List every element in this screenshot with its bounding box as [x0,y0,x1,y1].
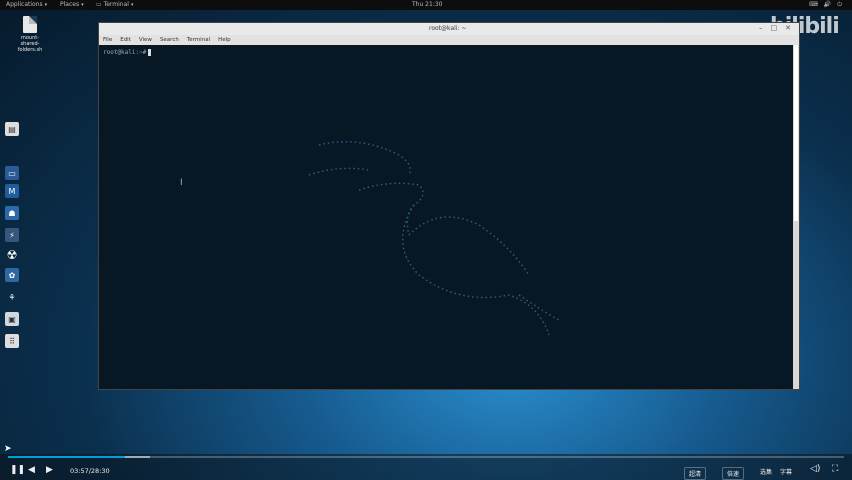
system-tray[interactable]: ⌨ 🔊 ⏻ [809,1,842,9]
metasploit-icon[interactable]: M [5,184,19,198]
maximize-icon[interactable]: □ [771,24,778,32]
burp-icon[interactable]: ⚡ [5,228,19,242]
menu-view[interactable]: View [139,37,152,43]
terminal-menubar: File Edit View Search Terminal Help [99,35,799,45]
pause-icon[interactable]: ❚❚ [10,465,25,475]
fullscreen-icon[interactable]: ⛶ [832,464,838,474]
video-player-controls: ❚❚ ◀ ▶ 03:57/28:30 超清 倍速 选集 字幕 ◁) ⛶ [0,454,852,480]
menu-terminal[interactable]: Terminal [187,37,210,43]
menu-file[interactable]: File [103,37,112,43]
terminal-icon[interactable]: ▭ [5,166,19,180]
terminal-small-icon: ▭ [96,1,102,8]
quality-select[interactable]: 超清 [684,467,707,480]
power-icon[interactable]: ⏻ [837,1,842,9]
maltego-icon[interactable]: ✿ [5,268,19,282]
menu-search[interactable]: Search [160,37,179,43]
applications-menu[interactable]: Applications ▾ [6,1,47,8]
time-total: /28:30 [88,467,110,475]
keyboard-icon[interactable]: ⌨ [809,1,818,9]
applications-label: Applications [6,1,43,8]
text-cursor [148,49,152,56]
terminal-app-menu[interactable]: ▭ Terminal ▾ [96,1,133,8]
kali-dragon-logo [308,141,560,336]
beef-icon[interactable]: ⚘ [5,290,19,304]
terminal-scrollbar[interactable] [793,45,799,389]
terminal-app-label: Terminal [103,1,129,8]
desktop-file-mount-shared-folders[interactable]: mount- shared- folders.sh [12,16,48,53]
minimize-icon[interactable]: – [759,24,763,32]
files-icon[interactable]: ▤ [5,122,19,136]
episodes-button[interactable]: 选集 [760,467,772,476]
scrollbar-thumb[interactable] [794,45,798,221]
volume-icon[interactable]: ◁) [810,464,820,474]
terminal-screen[interactable]: root@kali:~# [99,45,793,389]
clock[interactable]: Thu 21:30 [412,1,442,8]
progress-fill [8,456,126,458]
menu-help[interactable]: Help [218,37,231,43]
subtitle-button[interactable]: 字幕 [780,467,792,476]
script-file-icon [23,16,37,33]
dock-separator [5,144,19,148]
armitage-icon[interactable]: ☗ [5,206,19,220]
menu-edit[interactable]: Edit [120,37,131,43]
volume-icon[interactable]: 🔊 [824,1,831,9]
ibeam-cursor-icon: I [180,178,183,188]
desktop-file-label-line3: folders.sh [17,47,43,53]
terminal-titlebar[interactable]: root@kali: ~ – □ ✕ [99,23,799,35]
faraday-icon[interactable]: ☢ [5,248,19,262]
prev-icon[interactable]: ◀ [28,465,35,475]
terminal-window[interactable]: root@kali: ~ – □ ✕ File Edit View Search… [98,22,800,390]
progress-bar[interactable] [8,456,844,458]
vm-icon[interactable]: ▣ [5,312,19,326]
buffer-bar [125,456,151,458]
terminal-title: root@kali: ~ [429,25,467,32]
terminal-prompt: root@kali:~# [103,49,152,56]
playback-time: 03:57/28:30 [70,467,110,475]
next-icon[interactable]: ▶ [46,465,53,475]
places-menu[interactable]: Places ▾ [60,1,84,8]
prompt-text: root@kali:~# [103,49,147,56]
top-panel: Applications ▾ Places ▾ ▭ Terminal ▾ Thu 21… [0,0,852,10]
speed-select[interactable]: 倍速 [722,467,745,480]
close-icon[interactable]: ✕ [785,24,791,32]
places-label: Places [60,1,80,8]
app-grid-icon[interactable]: ⠿ [5,334,19,348]
mouse-pointer-icon: ➤ [4,444,12,454]
time-current: 03:57 [70,467,89,475]
